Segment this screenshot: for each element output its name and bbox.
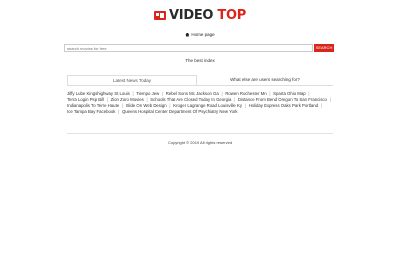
- keyword-separator: |: [146, 97, 148, 103]
- keyword-link[interactable]: Schools That Are Closed Today In Georgia: [150, 97, 231, 102]
- keyword-separator: |: [106, 97, 108, 103]
- logo-main: VIDEO: [169, 7, 214, 23]
- search-bar: SEARCH: [64, 44, 334, 52]
- home-icon: [185, 32, 190, 37]
- keyword-link[interactable]: Rebel Sons Mc Jackson Ga: [166, 91, 219, 96]
- keyword-separator: |: [121, 103, 123, 109]
- keyword-separator: |: [161, 91, 164, 96]
- keyword-list: Jiffy Lube Kingshighway St Louis | Tiemp…: [67, 91, 333, 115]
- keyword-separator: |: [320, 103, 322, 109]
- site-logo[interactable]: VIDEO TOP: [154, 8, 246, 23]
- keyword-link[interactable]: Sparta Ohio Map: [273, 91, 305, 96]
- search-button[interactable]: SEARCH: [314, 44, 334, 52]
- keyword-link[interactable]: Rowen Rochester Mn: [225, 91, 266, 96]
- home-page-link[interactable]: Home page: [0, 32, 400, 37]
- keyword-separator: |: [269, 91, 271, 96]
- keyword-link[interactable]: Slide On Web Design: [126, 103, 167, 108]
- keyword-separator: |: [234, 97, 236, 103]
- site-header: VIDEO TOP: [0, 7, 400, 23]
- keyword-separator: |: [308, 91, 310, 96]
- search-input[interactable]: [64, 44, 313, 52]
- keyword-link[interactable]: Kroger Lagrange Road Louisville Ky: [173, 103, 242, 108]
- keyword-separator: |: [244, 103, 246, 109]
- tab-users-searching[interactable]: What else are users searching for?: [197, 75, 333, 85]
- footer-divider: [67, 133, 333, 134]
- tab-latest-news[interactable]: Latest News Today: [67, 75, 197, 85]
- logo-text: VIDEO TOP: [169, 8, 246, 23]
- section-title: The best index: [185, 58, 215, 63]
- keyword-link[interactable]: Jiffy Lube Kingshighway St Louis: [67, 91, 130, 96]
- keyword-separator: |: [132, 91, 134, 96]
- keyword-separator: |: [118, 109, 120, 115]
- logo-accent: TOP: [217, 7, 246, 23]
- keyword-link[interactable]: Zion Zoro Movies: [111, 97, 144, 102]
- keyword-link[interactable]: Distance From Bend Oregon To San Francis…: [238, 97, 327, 102]
- keyword-separator: |: [329, 97, 331, 103]
- keyword-link[interactable]: Queens Hospital Center Department Of Psy…: [122, 109, 238, 114]
- home-page-label: Home page: [191, 32, 215, 37]
- keyword-link[interactable]: Tiempo Jew: [136, 91, 159, 96]
- keyword-link[interactable]: Indianapolis To Terre Haute: [67, 103, 119, 108]
- keyword-link[interactable]: Terra Login Psp Bill: [67, 97, 104, 102]
- keyword-separator: |: [169, 103, 171, 109]
- tab-bar: Latest News Today What else are users se…: [67, 75, 333, 86]
- video-logo-icon: [154, 10, 167, 20]
- keyword-separator: |: [221, 91, 223, 96]
- keyword-link[interactable]: Ice Tampa Bay Facebook: [67, 109, 115, 114]
- keyword-link[interactable]: Holiday Express Oaks Park Portland: [249, 103, 319, 108]
- copyright-text: Copyright © 2019 All rights reserved: [167, 140, 233, 145]
